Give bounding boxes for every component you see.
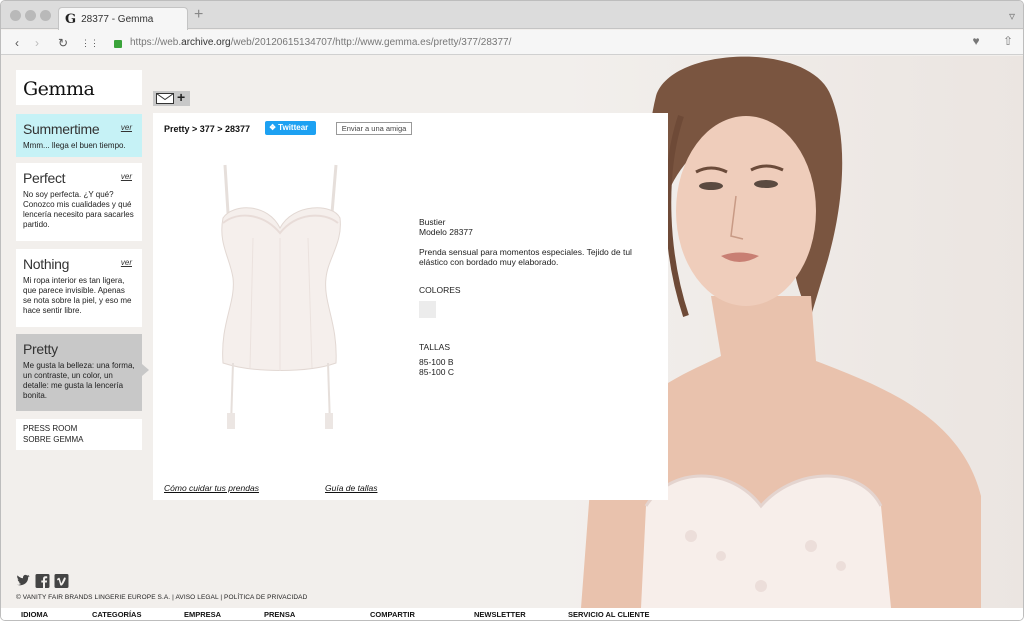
footer-nav-servicio-cliente[interactable]: SERVICIO AL CLIENTE (568, 610, 650, 619)
gemma-logo: Gemma (23, 78, 95, 100)
sidebar-item-title: Summertime (23, 121, 100, 137)
browser-toolbar: ‹ › ↻ ⋮⋮ https://web.archive.org/web/201… (1, 30, 1023, 55)
minimize-window-dot[interactable] (25, 10, 36, 21)
product-model: Modelo 28377 (419, 227, 473, 237)
size-option: 85-100 C (419, 367, 454, 377)
footer-nav-newsletter[interactable]: NEWSLETTER (474, 610, 526, 619)
reload-icon[interactable]: ↻ (55, 35, 71, 51)
browser-window: G 28377 - Gemma + ▿ ‹ › ↻ ⋮⋮ https://web… (0, 0, 1024, 621)
copyright-text: © VANITY FAIR BRANDS LINGERIE EUROPE S.A… (16, 594, 308, 601)
press-room-link[interactable]: PRESS ROOM (23, 423, 135, 434)
footer-nav-idioma[interactable]: IDIOMA (21, 610, 48, 619)
ver-link[interactable]: ver (121, 172, 132, 181)
back-arrow-icon[interactable]: ‹ (9, 35, 25, 51)
color-swatch[interactable] (419, 301, 436, 318)
footer-nav-empresa[interactable]: EMPRESA (184, 610, 221, 619)
share-icon[interactable]: ⇧ (1003, 34, 1013, 48)
sobre-gemma-link[interactable]: SOBRE GEMMA (23, 434, 135, 445)
tab-bar: G 28377 - Gemma + ▿ (1, 1, 1023, 30)
twitter-label: Twittear (278, 123, 309, 132)
browser-tab[interactable]: G 28377 - Gemma (58, 7, 188, 30)
heart-icon[interactable]: ♥ (972, 34, 979, 48)
social-icons (16, 574, 69, 588)
colors-heading: COLORES (419, 285, 461, 295)
sidebar-item-desc: Me gusta la belleza: una forma, un contr… (23, 361, 135, 400)
sidebar-item-pretty[interactable]: Pretty Me gusta la belleza: una forma, u… (16, 334, 149, 411)
new-tab-plus-icon[interactable]: + (194, 6, 203, 24)
footer-nav-categorias[interactable]: CATEGORÍAS (92, 610, 141, 619)
bustier-product-image[interactable] (208, 163, 348, 443)
address-bar[interactable]: https://web.archive.org/web/201206151347… (106, 33, 1019, 52)
send-to-friend-button[interactable]: Enviar a una amiga (336, 122, 412, 135)
sidebar-item-title: Perfect (23, 170, 66, 186)
size-option: 85-100 B (419, 357, 454, 367)
product-info: Bustier Modelo 28377 Prenda sensual para… (419, 217, 649, 377)
sidebar-item-title: Pretty (23, 341, 58, 357)
product-description: Prenda sensual para momentos especiales.… (419, 247, 632, 267)
ver-link[interactable]: ver (121, 123, 132, 132)
url-text: https://web.archive.org/web/201206151347… (130, 37, 512, 48)
ver-link[interactable]: ver (121, 258, 132, 267)
footer-nav-compartir[interactable]: COMPARTIR (370, 610, 415, 619)
vimeo-icon[interactable] (54, 574, 69, 588)
favicon-icon: G (65, 11, 77, 27)
sidebar-item-title: Nothing (23, 256, 70, 272)
breadcrumb[interactable]: Pretty > 377 > 28377 (164, 124, 250, 134)
sidebar-item-perfect[interactable]: Perfect ver No soy perfecta. ¿Y qué? Con… (16, 163, 142, 241)
sidebar-item-desc: Mi ropa interior es tan ligera, que pare… (23, 276, 132, 315)
close-window-dot[interactable] (10, 10, 21, 21)
grid-apps-icon[interactable]: ⋮⋮ (81, 35, 99, 51)
tab-menu-icon[interactable]: ▿ (1009, 9, 1015, 23)
toolbar-right-icons: ♥ ⇧ (972, 34, 1013, 48)
size-guide-link[interactable]: Guía de tallas (325, 483, 377, 493)
twitter-button[interactable]: ❖ Twittear (265, 121, 316, 135)
facebook-icon[interactable] (35, 574, 50, 588)
product-panel: Pretty > 377 > 28377 ❖ Twittear Enviar a … (153, 113, 668, 500)
sidebar-item-nothing[interactable]: Nothing ver Mi ropa interior es tan lige… (16, 249, 142, 327)
tab-title: 28377 - Gemma (81, 13, 154, 25)
envelope-icon (156, 93, 174, 104)
sidebar-item-desc: Mmm... llega el buen tiempo. (23, 141, 126, 150)
logo-box[interactable]: Gemma (16, 70, 142, 105)
twitter-bird-icon: ❖ (269, 123, 277, 132)
footer-nav-prensa[interactable]: PRENSA (264, 610, 295, 619)
maximize-window-dot[interactable] (40, 10, 51, 21)
sidebar-links: PRESS ROOM SOBRE GEMMA (16, 419, 142, 450)
twitter-icon[interactable] (16, 574, 31, 588)
plus-icon: + (177, 89, 186, 105)
forward-arrow-icon[interactable]: › (29, 35, 45, 51)
sidebar-item-summertime[interactable]: Summertime ver Mmm... llega el buen tiem… (16, 114, 142, 157)
web-page: Gemma Summertime ver Mmm... llega el bue… (1, 56, 1023, 620)
care-instructions-link[interactable]: Cómo cuidar tus prendas (164, 483, 259, 493)
mail-plus-button[interactable]: + (153, 89, 190, 106)
sidebar-item-desc: No soy perfecta. ¿Y qué? Conozco mis cua… (23, 190, 134, 229)
lock-icon (114, 39, 122, 48)
product-type: Bustier (419, 217, 446, 227)
footer-nav: IDIOMA CATEGORÍAS EMPRESA PRENSA COMPART… (1, 608, 1023, 620)
sizes-heading: TALLAS (419, 342, 451, 352)
